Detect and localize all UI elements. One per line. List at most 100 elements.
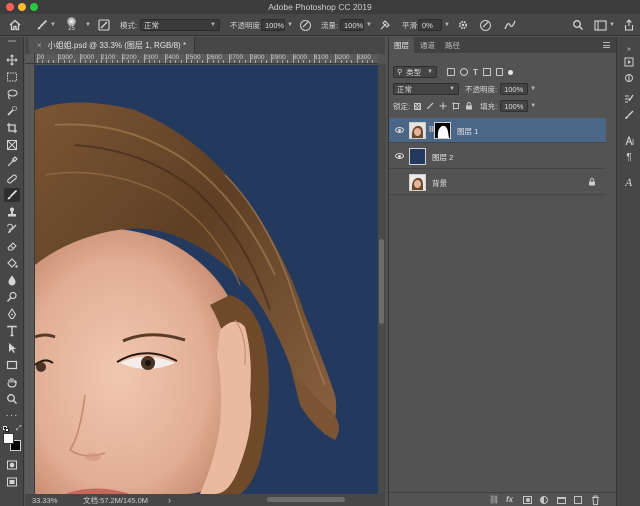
smoothing-field[interactable]: 0% ▼ <box>418 18 450 32</box>
tab-channels[interactable]: 通道 <box>415 37 440 53</box>
eye-icon[interactable] <box>395 153 404 159</box>
move-tool-icon[interactable] <box>4 53 20 67</box>
ruler-corner[interactable] <box>25 54 35 64</box>
pressure-opacity-icon[interactable] <box>300 18 311 32</box>
paint-bucket-tool-icon[interactable] <box>4 256 20 270</box>
opacity-field[interactable]: 100% ▼ <box>261 18 293 32</box>
symmetry-icon[interactable] <box>503 18 517 32</box>
layer-row-background[interactable]: 背景 <box>389 170 606 195</box>
history-brush-tool-icon[interactable] <box>4 222 20 236</box>
document-size-info[interactable]: 文档:57.2M/145.0M <box>83 495 148 506</box>
zoom-level[interactable]: 33.33% <box>32 496 57 505</box>
flow-field[interactable]: 100% ▼ <box>340 18 372 32</box>
filter-type-icon[interactable]: T <box>473 68 478 77</box>
eyedropper-tool-icon[interactable] <box>4 155 20 169</box>
character-icon[interactable] <box>622 134 636 148</box>
search-icon[interactable] <box>572 18 584 32</box>
mask-icon[interactable] <box>523 496 532 504</box>
swap-colors-icon[interactable]: ⤢ <box>16 425 22 433</box>
quick-mask-icon[interactable] <box>4 458 20 472</box>
tab-layers[interactable]: 图层 <box>389 37 414 53</box>
path-selection-tool-icon[interactable] <box>4 341 20 355</box>
eye-icon[interactable] <box>395 127 404 133</box>
chevron-down-icon[interactable]: ▼ <box>530 103 536 109</box>
trash-icon[interactable] <box>591 495 600 506</box>
vertical-ruler[interactable] <box>25 64 35 494</box>
layer-opacity-field[interactable]: 100% <box>500 83 529 95</box>
horizontal-ruler[interactable]: 00 1900 2000 2100 2200 2300 2400 2500 2600 2700 28… <box>35 54 378 64</box>
properties-icon[interactable] <box>622 71 636 85</box>
vertical-scrollbar[interactable] <box>378 64 386 494</box>
document-canvas[interactable] <box>35 65 378 494</box>
paragraph-icon[interactable]: ¶ <box>622 150 636 164</box>
pen-tool-icon[interactable] <box>4 307 20 321</box>
layer-row-1[interactable]: ⛓ 图层 1 <box>389 118 606 143</box>
group-icon[interactable] <box>557 497 566 504</box>
eraser-tool-icon[interactable] <box>4 239 20 253</box>
lasso-tool-icon[interactable] <box>4 87 20 101</box>
mode-select[interactable]: 正常 ▼ <box>140 18 220 32</box>
document-tab[interactable]: × 小姐姐.psd @ 33.3% (图层 1, RGB/8) * <box>29 37 196 54</box>
pressure-size-icon[interactable] <box>480 18 491 32</box>
default-colors-icon[interactable] <box>3 426 9 432</box>
collapse-panels-icon[interactable]: » <box>622 42 636 56</box>
history-icon[interactable] <box>622 55 636 69</box>
crop-tool-icon[interactable] <box>4 121 20 135</box>
fill-field[interactable]: 100% <box>500 100 529 112</box>
filter-shape-icon[interactable] <box>482 68 491 76</box>
filter-kind-select[interactable]: ⚲ 类型 ▼ <box>393 66 437 78</box>
layer-name[interactable]: 图层 1 <box>457 126 478 137</box>
layer-row-2[interactable]: 图层 2 <box>389 144 606 169</box>
panel-menu-icon[interactable] <box>603 42 610 48</box>
lock-position-icon[interactable] <box>439 102 447 110</box>
hand-tool-icon[interactable] <box>4 375 20 389</box>
brush-tool-preset-icon[interactable]: ▼ <box>36 18 56 32</box>
close-tab-icon[interactable]: × <box>37 41 42 50</box>
fx-icon[interactable]: fx <box>506 495 513 504</box>
adjustment-icon[interactable] <box>540 496 548 504</box>
lock-artboard-icon[interactable] <box>452 102 461 110</box>
healing-brush-tool-icon[interactable] <box>4 172 20 186</box>
blend-mode-select[interactable]: 正常 ▼ <box>393 83 459 95</box>
layer-thumbnail[interactable] <box>409 148 426 165</box>
brush-tool-icon[interactable] <box>4 188 20 202</box>
filter-toggle-icon[interactable] <box>507 69 513 75</box>
foreground-color-swatch[interactable] <box>3 433 14 444</box>
filter-smart-object-icon[interactable] <box>495 68 503 76</box>
tab-paths[interactable]: 路径 <box>440 37 465 53</box>
filter-pixel-icon[interactable] <box>447 68 455 76</box>
layer-mask-thumbnail[interactable] <box>434 122 451 139</box>
clone-stamp-tool-icon[interactable] <box>4 205 20 219</box>
swatches-icon[interactable] <box>622 108 636 122</box>
horizontal-scrollbar-thumb[interactable] <box>267 497 345 502</box>
toolbar-grip[interactable] <box>8 40 16 42</box>
filter-adjustment-icon[interactable] <box>460 68 468 76</box>
share-icon[interactable] <box>624 18 634 32</box>
smoothing-options-gear-icon[interactable] <box>457 18 469 32</box>
layer-name[interactable]: 图层 2 <box>432 152 453 163</box>
vertical-scrollbar-thumb[interactable] <box>379 239 384 324</box>
link-icon[interactable]: ⛓ <box>489 495 499 504</box>
brush-settings-icon[interactable] <box>622 92 636 106</box>
quick-selection-tool-icon[interactable] <box>4 104 20 118</box>
glyphs-icon[interactable]: A <box>622 176 636 190</box>
airbrush-icon[interactable] <box>379 18 391 32</box>
lock-transparent-icon[interactable] <box>414 102 422 110</box>
brush-panel-icon[interactable] <box>98 18 110 32</box>
more-tools-icon[interactable]: ··· <box>4 409 20 423</box>
chevron-down-icon[interactable]: ▼ <box>530 86 536 92</box>
type-tool-icon[interactable] <box>4 324 20 338</box>
lock-all-icon[interactable] <box>465 102 473 110</box>
brush-size-picker[interactable]: 25 <box>67 15 76 35</box>
screen-mode-icon[interactable] <box>4 475 20 489</box>
layer-thumbnail[interactable] <box>409 174 426 191</box>
visibility-toggle[interactable] <box>395 179 404 186</box>
layer-name[interactable]: 背景 <box>432 178 447 189</box>
home-icon[interactable] <box>9 18 21 32</box>
workspace-icon[interactable]: ▼ <box>594 18 615 32</box>
frame-tool-icon[interactable] <box>4 138 20 152</box>
dodge-tool-icon[interactable] <box>4 290 20 304</box>
chevron-down-icon[interactable]: ▼ <box>83 18 91 32</box>
new-layer-icon[interactable] <box>574 496 582 504</box>
marquee-tool-icon[interactable] <box>4 70 20 84</box>
